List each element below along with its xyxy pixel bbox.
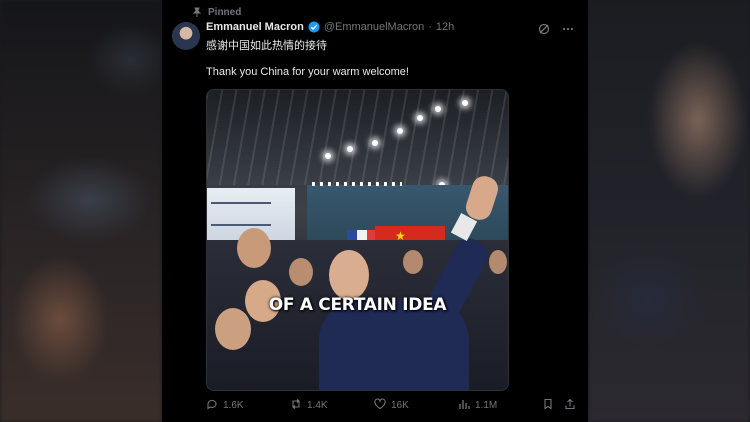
video-caption: OF A CERTAIN IDEA [268, 295, 447, 315]
stage-light [462, 100, 468, 106]
reply-icon [206, 398, 218, 413]
tweet-header: Emmanuel Macron @EmmanuelMacron · 12h [206, 21, 454, 33]
tweet-text-chinese: 感谢中国如此热情的接待 [206, 39, 327, 52]
crowd-face [489, 250, 507, 274]
pinned-label: Pinned [208, 6, 242, 18]
tweet-card[interactable]: Pinned Emmanuel Macron @EmmanuelMacron ·… [162, 0, 588, 422]
header-actions [538, 22, 574, 35]
bookmark-button[interactable] [542, 398, 554, 413]
verified-badge-icon [308, 21, 320, 33]
crowd-face [403, 250, 423, 274]
separator-dot: · [428, 21, 432, 33]
blurred-background-left [0, 0, 162, 422]
reply-count: 1.6K [223, 399, 244, 411]
grok-icon[interactable] [538, 22, 550, 35]
views-count: 1.1M [475, 399, 498, 411]
share-button[interactable] [564, 398, 576, 413]
avatar[interactable] [172, 22, 200, 50]
views-icon [458, 398, 470, 413]
tweet-media-image[interactable]: ★ OF A CERTAIN IDEA [206, 89, 509, 391]
crowd-face [289, 258, 313, 286]
share-icon [564, 398, 576, 413]
main-subject-face [329, 250, 369, 300]
pinned-indicator: Pinned [192, 5, 241, 19]
timestamp[interactable]: 12h [436, 21, 454, 33]
repost-icon [290, 398, 302, 413]
stage-light [347, 146, 353, 152]
stage-light [435, 106, 441, 112]
repost-count: 1.4K [307, 399, 328, 411]
stage-light [397, 128, 403, 134]
arena-lights-row [312, 182, 402, 186]
crowd-face [237, 228, 271, 268]
blurred-background-right [588, 0, 750, 422]
stage-light [417, 115, 423, 121]
more-icon[interactable] [562, 22, 574, 34]
bookmark-icon [542, 398, 554, 413]
tweet-text-english: Thank you China for your warm welcome! [206, 66, 409, 78]
heart-icon [374, 398, 386, 413]
like-button[interactable]: 16K [374, 398, 409, 413]
tweet-action-bar: 1.6K 1.4K 16K 1.1M [206, 396, 578, 414]
views-button[interactable]: 1.1M [458, 398, 497, 413]
stage-light [325, 153, 331, 159]
pin-icon [192, 7, 202, 17]
repost-button[interactable]: 1.4K [290, 398, 328, 413]
stage-light [372, 140, 378, 146]
author-name[interactable]: Emmanuel Macron [206, 21, 304, 33]
like-count: 16K [391, 399, 409, 411]
reply-button[interactable]: 1.6K [206, 398, 244, 413]
author-handle[interactable]: @EmmanuelMacron [324, 21, 424, 33]
